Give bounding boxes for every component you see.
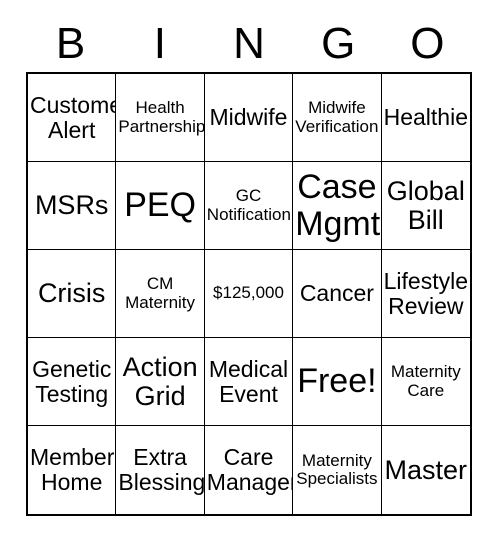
bingo-cell[interactable]: Maternity Care (381, 338, 470, 426)
bingo-cell-label: CM Maternity (125, 274, 196, 312)
bingo-cell-label: GC Notification (206, 186, 291, 224)
bingo-cell-label: Maternity Specialists (296, 450, 378, 488)
bingo-cell[interactable]: CustomerAlert (28, 74, 117, 162)
bingo-cell[interactable]: Case Mgmt (293, 162, 382, 250)
bingo-cell-label: Genetic Testing (32, 355, 112, 407)
bingo-cell[interactable]: Maternity Specialists (293, 426, 382, 514)
bingo-cell-label: Medical Event (208, 355, 289, 407)
bingo-cell-label: Health Partnership (118, 98, 205, 136)
bingo-cell[interactable]: Global Bill (381, 162, 470, 250)
bingo-grid: CustomerAlertHealthPartnershipMidwife Mid… (26, 72, 472, 516)
bingo-cell-label: Global Bill (386, 175, 465, 235)
bingo-free-space[interactable]: Free! (293, 338, 382, 426)
bingo-cell-label: Crisis (37, 278, 106, 309)
bingo-header-letter-i: I (153, 19, 166, 68)
bingo-cell[interactable]: Cancer (293, 250, 382, 338)
bingo-cell[interactable]: Healthie (381, 74, 470, 162)
bingo-header-letter-b: B (55, 19, 86, 68)
bingo-header-letter-o: O (410, 19, 445, 68)
bingo-cell[interactable]: Midwife (204, 74, 294, 162)
bingo-cell-label: Master (384, 454, 468, 485)
bingo-cell-label: Case Mgmt (295, 168, 381, 243)
bingo-cell-label: CustomerAlert (30, 91, 115, 143)
bingo-cell-label: Midwife Verification (295, 98, 379, 136)
bingo-cell-label: MSRs (34, 190, 109, 221)
bingo-cell[interactable]: CM Maternity (116, 250, 205, 338)
bingo-cell-label: Care Manager (206, 444, 294, 495)
bingo-cell-label: Lifestyle Review (383, 267, 468, 319)
bingo-cell[interactable]: Medical Event (204, 338, 294, 426)
bingo-cell[interactable]: Midwife Verification (293, 74, 382, 162)
bingo-cell[interactable]: $125,000 (204, 250, 294, 338)
bingo-header-letter-n: N (233, 19, 265, 68)
bingo-cell[interactable]: Care Manager (205, 426, 294, 514)
bingo-cell[interactable]: Genetic Testing (28, 338, 117, 426)
bingo-cell-label: Action Grid (122, 351, 198, 411)
bingo-cell-label: PEQ (124, 186, 196, 225)
bingo-cell[interactable]: Action Grid (116, 338, 205, 426)
bingo-cell-label: Healthie (383, 104, 468, 131)
bingo-cell[interactable]: Crisis (28, 250, 117, 338)
bingo-header-row: BINGO (26, 16, 472, 72)
bingo-cell-label: ExtraBlessings (118, 444, 205, 495)
bingo-cell[interactable]: Master (382, 426, 470, 514)
bingo-cell[interactable]: Health Partnership (116, 74, 205, 162)
bingo-cell[interactable]: Lifestyle Review (381, 250, 470, 338)
bingo-cell-label: Cancer (299, 280, 374, 307)
bingo-cell[interactable]: ExtraBlessings (116, 426, 205, 514)
bingo-cell-label: Midwife (209, 104, 288, 131)
bingo-cell[interactable]: PEQ (116, 162, 205, 250)
bingo-cell[interactable]: Member Home (28, 426, 117, 514)
bingo-cell[interactable]: MSRs (28, 162, 117, 250)
bingo-card: BINGO CustomerAlertHealthPartnershipMidw… (0, 0, 500, 544)
bingo-cell[interactable]: GC Notification (204, 162, 294, 250)
bingo-header-letter-g: G (321, 19, 356, 68)
bingo-cell-label: $125,000 (213, 283, 284, 303)
bingo-cell-label: Maternity Care (390, 362, 461, 400)
bingo-cell-label: Free! (297, 362, 377, 401)
bingo-cell-label: Member Home (30, 444, 115, 495)
